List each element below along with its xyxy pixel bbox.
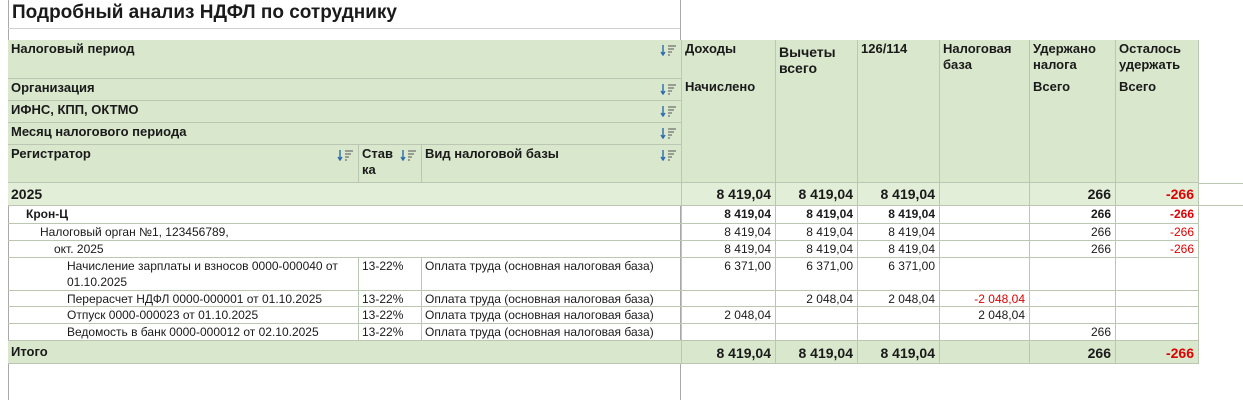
row-ifns-tax-base [940,224,1030,241]
row-org-remaining: -266 [1116,206,1199,224]
row-org-code: 8 419,04 [858,206,940,224]
row-org-label[interactable]: Крон-Ц [8,206,682,224]
doc-rate: 13-22% [359,258,422,291]
header-deductions[interactable]: Вычеты всего [776,40,858,183]
doc-registrar[interactable]: Ведомость в банк 0000-000012 от 02.10.20… [8,324,359,341]
header-withheld[interactable]: Удержано налога Всего [1030,40,1116,183]
row-month-withheld: 266 [1030,241,1116,258]
row-ifns-deductions: 8 419,04 [776,224,858,241]
sort-icon[interactable] [400,149,418,161]
row-org-tax-base [940,206,1030,224]
doc-remaining [1116,291,1199,307]
title-underline [8,28,680,29]
row-year-withheld: 266 [1030,183,1116,206]
doc-income: 2 048,04 [682,307,776,324]
doc-base-type: Оплата труда (основная налоговая база) [422,307,682,324]
row-month-tax-base [940,241,1030,258]
doc-remaining [1116,258,1199,291]
doc-deductions [776,307,858,324]
sort-icon[interactable] [660,127,678,139]
doc-base-type: Оплата труда (основная налоговая база) [422,291,682,307]
header-income[interactable]: Доходы Начислено [682,40,776,183]
header-month[interactable]: Месяц налогового периода [8,123,682,145]
row-year-label[interactable]: 2025 [8,183,682,206]
row-ifns-remaining: -266 [1116,224,1199,241]
doc-tax-base: 2 048,04 [940,307,1030,324]
total-deductions: 8 419,04 [776,341,858,364]
header-code[interactable]: 126/114 [858,40,940,183]
doc-code [858,307,940,324]
doc-remaining [1116,307,1199,324]
doc-withheld [1030,258,1116,291]
total-tax-base [940,341,1030,364]
doc-base-type: Оплата труда (основная налоговая база) [422,258,682,291]
row-year-remaining: -266 [1116,183,1199,206]
doc-base-type: Оплата труда (основная налоговая база) [422,324,682,341]
doc-withheld: 266 [1030,324,1116,341]
doc-code: 6 371,00 [858,258,940,291]
doc-tax-base [940,258,1030,291]
header-rate[interactable]: Ставка [359,145,422,183]
sort-icon[interactable] [337,149,355,161]
doc-rate: 13-22% [359,307,422,324]
doc-registrar[interactable]: Перерасчет НДФЛ 0000-000001 от 01.10.202… [8,291,359,307]
doc-registrar[interactable]: Отпуск 0000-000023 от 01.10.2025 [8,307,359,324]
doc-withheld [1030,307,1116,324]
doc-rate: 13-22% [359,324,422,341]
row-ifns-code: 8 419,04 [858,224,940,241]
header-tax-period[interactable]: Налоговый период [8,40,682,79]
row-year-deductions: 8 419,04 [776,183,858,206]
total-code: 8 419,04 [858,341,940,364]
sort-icon[interactable] [660,44,678,56]
total-remaining: -266 [1116,341,1199,364]
doc-income: 6 371,00 [682,258,776,291]
row-year-tax-base [940,183,1030,206]
row-org-income: 8 419,04 [682,206,776,224]
row-year-extend-bottom [1199,205,1243,206]
row-year-code: 8 419,04 [858,183,940,206]
row-org-withheld: 266 [1030,206,1116,224]
header-tax-base[interactable]: Налоговая база [940,40,1030,183]
row-year-income: 8 419,04 [682,183,776,206]
row-org-deductions: 8 419,04 [776,206,858,224]
doc-income [682,324,776,341]
row-ifns-label[interactable]: Налоговый орган №1, 123456789, [8,224,682,241]
sort-icon[interactable] [660,105,678,117]
doc-remaining [1116,324,1199,341]
row-month-label[interactable]: окт. 2025 [8,241,682,258]
header-remaining[interactable]: Осталось удержать Всего [1116,40,1199,183]
doc-deductions: 6 371,00 [776,258,858,291]
header-ifns[interactable]: ИФНС, КПП, ОКТМО [8,101,682,123]
doc-rate: 13-22% [359,291,422,307]
total-label: Итого [8,341,682,364]
doc-code: 2 048,04 [858,291,940,307]
doc-tax-base [940,324,1030,341]
sort-icon[interactable] [660,149,678,161]
doc-income [682,291,776,307]
header-registrar[interactable]: Регистратор [8,145,359,183]
doc-withheld [1030,291,1116,307]
doc-deductions: 2 048,04 [776,291,858,307]
header-base-type[interactable]: Вид налоговой базы [422,145,682,183]
doc-tax-base: -2 048,04 [940,291,1030,307]
row-month-code: 8 419,04 [858,241,940,258]
header-organization[interactable]: Организация [8,79,682,101]
row-month-deductions: 8 419,04 [776,241,858,258]
doc-registrar[interactable]: Начисление зарплаты и взносов 0000-00004… [8,258,359,291]
doc-deductions [776,324,858,341]
report-title: Подробный анализ НДФЛ по сотруднику [12,2,397,23]
row-month-remaining: -266 [1116,241,1199,258]
row-month-income: 8 419,04 [682,241,776,258]
total-income: 8 419,04 [682,341,776,364]
total-withheld: 266 [1030,341,1116,364]
row-ifns-income: 8 419,04 [682,224,776,241]
sort-icon[interactable] [660,83,678,95]
row-ifns-withheld: 266 [1030,224,1116,241]
doc-code [858,324,940,341]
row-year-extend-top [1199,183,1243,184]
